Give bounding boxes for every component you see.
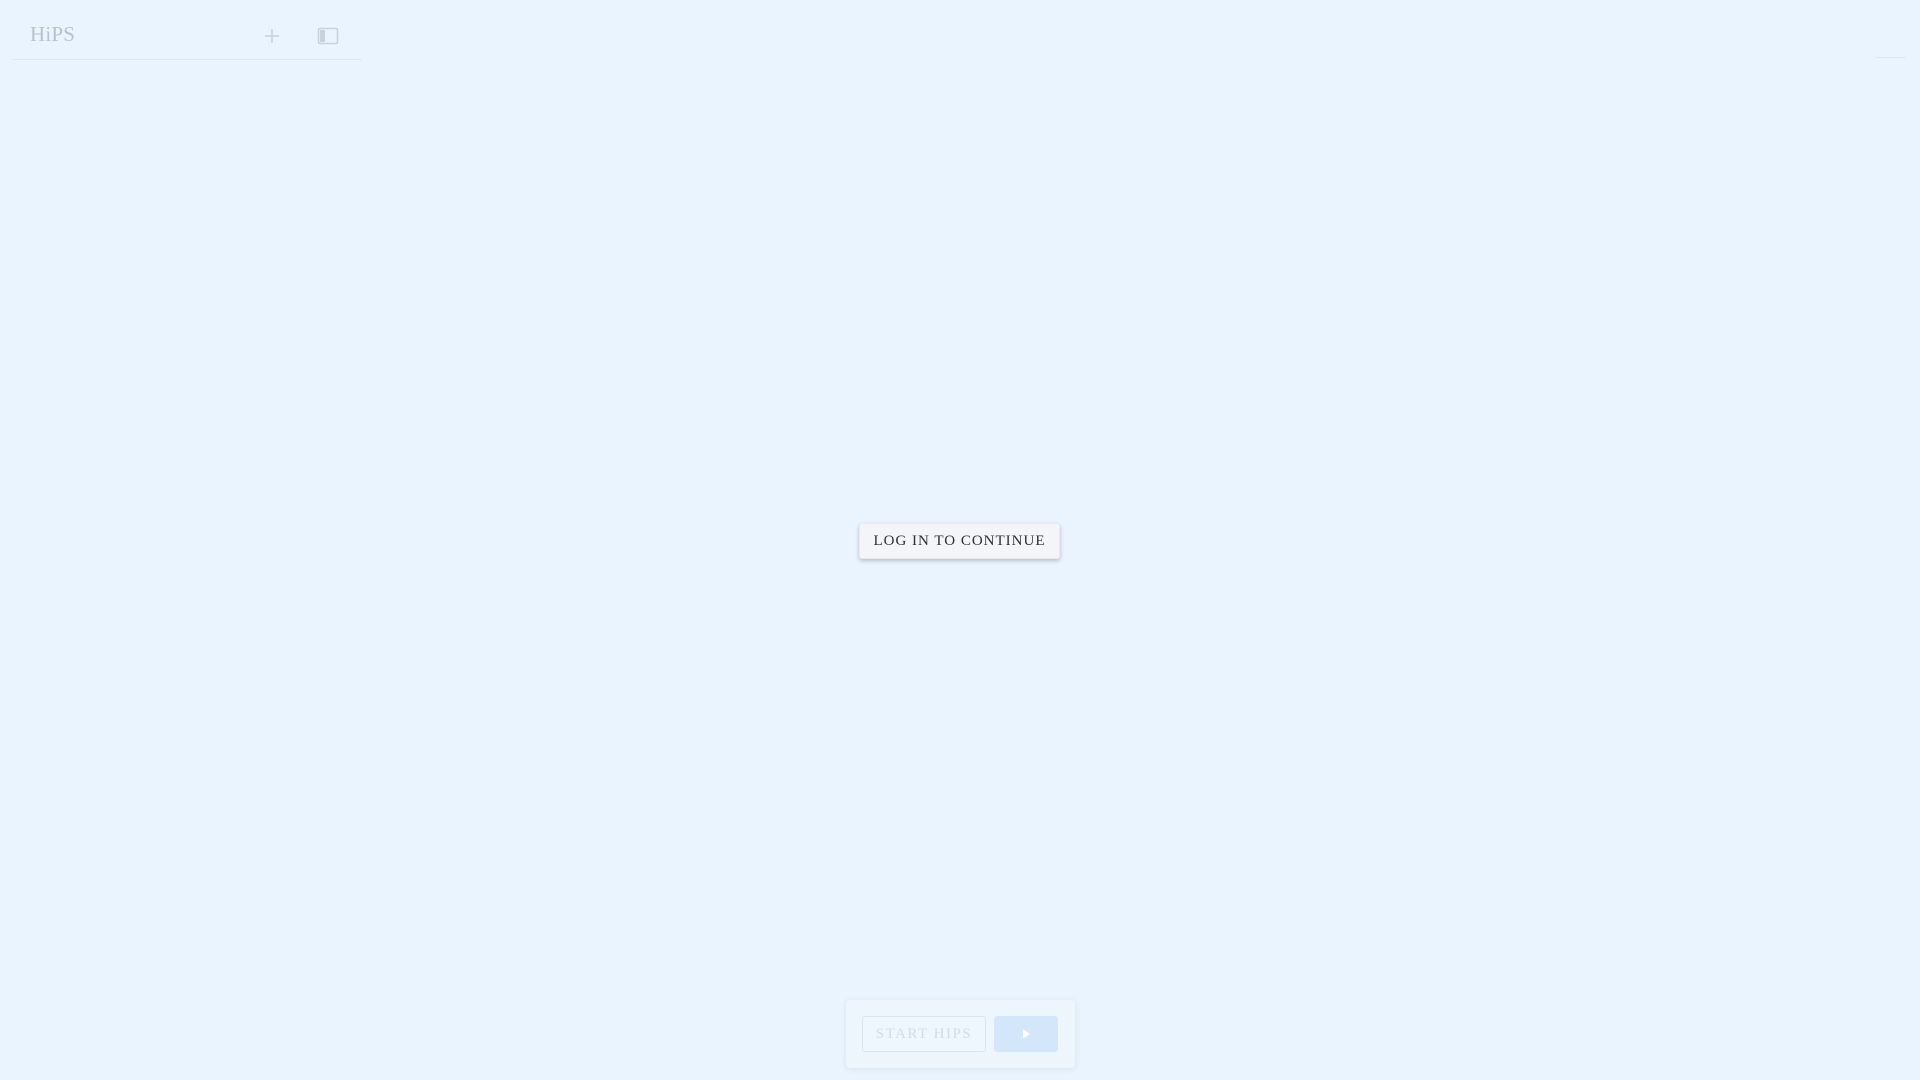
plus-icon bbox=[265, 29, 279, 43]
play-icon bbox=[1023, 1029, 1030, 1039]
top-right-divider bbox=[1876, 57, 1906, 58]
app-title: HiPS bbox=[30, 22, 76, 46]
start-hips-button[interactable]: START HIPS bbox=[862, 1016, 986, 1052]
sidebar-toggle-icon bbox=[317, 27, 339, 45]
sidebar-toggle-button[interactable] bbox=[312, 20, 344, 52]
login-button[interactable]: LOG IN TO CONTINUE bbox=[859, 523, 1060, 559]
new-item-button[interactable] bbox=[256, 20, 288, 52]
app-root: HiPS LOG IN TO CONTINUE START HIPS bbox=[0, 0, 1920, 1080]
sidebar-header: HiPS bbox=[12, 8, 362, 60]
run-controls-panel: START HIPS bbox=[846, 1000, 1075, 1068]
play-button[interactable] bbox=[994, 1016, 1058, 1052]
